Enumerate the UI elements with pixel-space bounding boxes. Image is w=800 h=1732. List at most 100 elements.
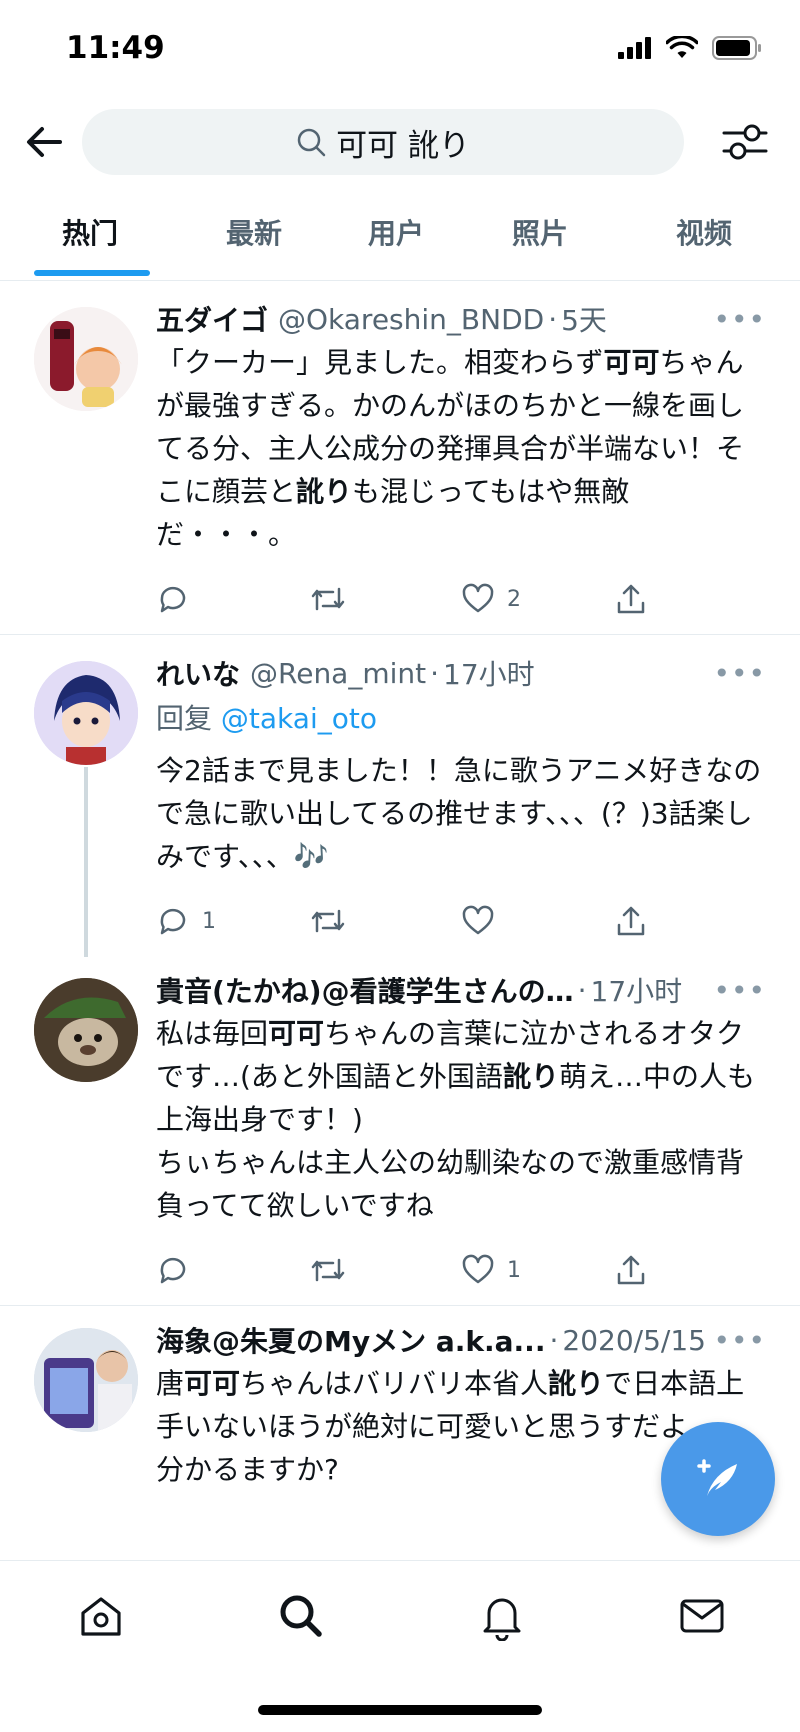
tweet[interactable]: 五ダイゴ @Okareshin_BNDD · 5天 ••• 「クーカー」見ました… <box>0 281 800 635</box>
like-count: 2 <box>507 586 521 612</box>
like-button[interactable]: 1 <box>461 1253 614 1287</box>
status-icons <box>618 36 762 60</box>
battery-icon <box>712 36 761 60</box>
reply-button[interactable] <box>156 582 309 616</box>
share-button[interactable] <box>614 1253 767 1287</box>
author-handle[interactable]: @Rena_mint <box>250 657 426 690</box>
author-name[interactable]: 海象@朱夏のMyメン a.k.a... <box>156 1320 545 1360</box>
reply-count: 1 <box>202 908 216 934</box>
nav-messages[interactable] <box>677 1591 727 1641</box>
reply-icon <box>160 908 186 935</box>
tweet-header: 海象@朱夏のMyメン a.k.a... · 2020/5/15 ••• <box>156 1320 766 1360</box>
more-icon[interactable]: ••• <box>713 303 766 336</box>
share-button[interactable] <box>614 582 767 616</box>
more-icon[interactable]: ••• <box>713 974 766 1007</box>
tab-latest[interactable]: 最新 <box>226 212 282 252</box>
search-query: 可可 訛り <box>336 127 470 164</box>
tweet-actions: 1 <box>156 886 766 956</box>
share-icon <box>617 906 644 936</box>
nav-notifications[interactable] <box>477 1591 527 1642</box>
more-icon[interactable]: ••• <box>713 1324 766 1357</box>
avatar-image <box>34 978 138 1082</box>
more-icon[interactable]: ••• <box>713 657 766 690</box>
tweet-header: れいな @Rena_mint · 17小时 ••• <box>156 653 766 693</box>
signal-icon <box>618 37 651 59</box>
avatar-image <box>34 307 138 411</box>
avatar[interactable] <box>34 661 138 765</box>
retweet-button[interactable] <box>309 582 462 616</box>
thread-line <box>84 767 88 957</box>
tweet[interactable]: 貴音(たかね)@看護学生さんの… · 17小时 ••• 私は毎回可可ちゃんの言葉… <box>0 956 800 1306</box>
tweet-feed: 五ダイゴ @Okareshin_BNDD · 5天 ••• 「クーカー」見ました… <box>0 281 800 1491</box>
search-icon <box>297 128 326 157</box>
tweet-time[interactable]: 17小时 <box>443 653 535 693</box>
mention-link[interactable]: @takai_oto <box>221 702 377 735</box>
heart-icon <box>462 583 494 613</box>
mail-icon <box>680 1599 724 1633</box>
separator-dot: · <box>548 302 558 336</box>
avatar[interactable] <box>34 1328 138 1432</box>
nav-search[interactable] <box>276 1591 326 1641</box>
home-indicator <box>258 1705 542 1715</box>
avatar-image <box>34 661 138 765</box>
like-count: 1 <box>507 1257 521 1283</box>
share-button[interactable] <box>614 904 767 938</box>
status-bar: 11:49 <box>0 0 800 100</box>
retweet-icon <box>311 909 344 933</box>
heart-icon <box>462 905 494 935</box>
tweet-text: 「クーカー」見ました。相変わらず可可ちゃんが最強すぎる。かのんがほのちかと一線を… <box>156 346 745 551</box>
retweet-icon <box>311 1258 344 1282</box>
tweet-actions: 2 <box>156 564 766 634</box>
tab-videos[interactable]: 视频 <box>676 212 732 252</box>
tweet-text: 私は毎回可可ちゃんの言葉に泣かされるオタクです…(あと外国語と外国語訛り萌え…中… <box>156 1017 755 1222</box>
separator-dot: · <box>430 656 440 690</box>
search-tabs: 热门 最新 用户 照片 视频 <box>0 200 800 281</box>
reply-button[interactable]: 1 <box>156 904 309 938</box>
replying-to-label: 回复 <box>156 702 213 735</box>
nav-home[interactable] <box>76 1591 126 1641</box>
tab-top[interactable]: 热门 <box>62 212 118 252</box>
reply-icon <box>160 586 186 613</box>
author-handle[interactable]: @Okareshin_BNDD <box>278 303 544 336</box>
status-time: 11:49 <box>66 30 165 66</box>
like-button[interactable]: 2 <box>461 582 614 616</box>
share-icon <box>617 1255 644 1285</box>
home-icon <box>81 1597 121 1636</box>
share-icon <box>617 584 644 614</box>
retweet-icon <box>311 587 344 611</box>
bell-icon <box>483 1598 521 1642</box>
author-name[interactable]: 貴音(たかね)@看護学生さんの… <box>156 970 574 1010</box>
tweet-time[interactable]: 2020/5/15 <box>562 1324 706 1357</box>
tweet-time[interactable]: 5天 <box>561 299 607 339</box>
author-name[interactable]: 五ダイゴ <box>156 299 268 339</box>
back-button[interactable] <box>22 120 66 164</box>
separator-dot: · <box>577 973 587 1007</box>
tab-people[interactable]: 用户 <box>368 212 424 252</box>
tab-photos[interactable]: 照片 <box>512 212 568 252</box>
author-name[interactable]: れいな <box>156 653 240 693</box>
tweet-header: 貴音(たかね)@看護学生さんの… · 17小时 ••• <box>156 970 766 1010</box>
avatar-image <box>34 1328 138 1432</box>
tweet-header: 五ダイゴ @Okareshin_BNDD · 5天 ••• <box>156 299 766 339</box>
avatar[interactable] <box>34 307 138 411</box>
retweet-button[interactable] <box>309 1253 462 1287</box>
heart-icon <box>462 1254 494 1284</box>
avatar[interactable] <box>34 978 138 1082</box>
tweet-time[interactable]: 17小时 <box>591 970 683 1010</box>
reply-button[interactable] <box>156 1253 309 1287</box>
tweet-text: 今2話まで見ました！！急に歌うアニメ好きなので急に歌い出してるの推せます、、、(… <box>156 754 762 873</box>
search-input[interactable]: 可可 訛り <box>82 109 684 175</box>
tweet-actions: 1 <box>156 1235 766 1305</box>
replying-to: 回复 @takai_oto <box>156 697 766 737</box>
compose-tweet-button[interactable] <box>661 1422 775 1536</box>
search-icon <box>280 1595 322 1637</box>
search-filter-button[interactable] <box>720 117 770 167</box>
sliders-icon <box>722 124 768 160</box>
search-header: 可可 訛り <box>0 100 800 200</box>
arrow-left-icon <box>27 127 62 157</box>
tweet[interactable]: れいな @Rena_mint · 17小时 ••• 回复 @takai_oto … <box>0 635 800 957</box>
compose-feather-icon <box>697 1459 737 1496</box>
retweet-button[interactable] <box>309 904 462 938</box>
like-button[interactable] <box>461 904 614 938</box>
wifi-icon <box>666 36 698 58</box>
